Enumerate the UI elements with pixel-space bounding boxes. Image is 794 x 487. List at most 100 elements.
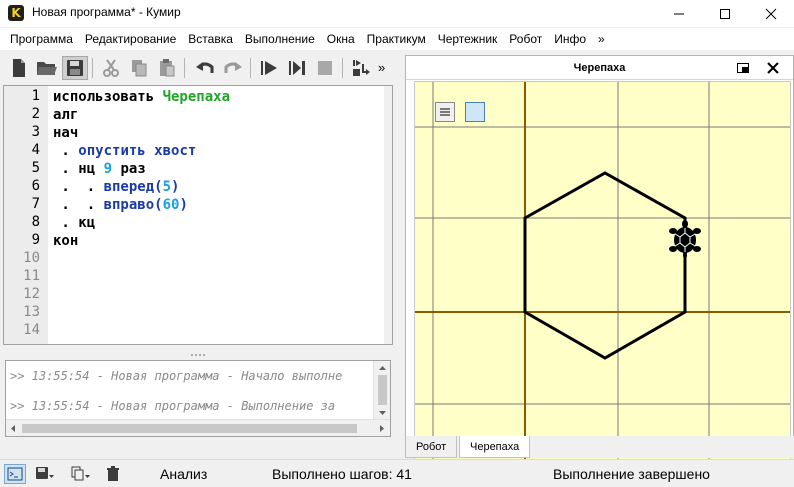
menu-practicum[interactable]: Практикум	[361, 28, 432, 50]
copy-dropdown-icon	[71, 466, 90, 481]
line-number: 7	[31, 196, 40, 212]
scroll-arrows-icon	[378, 366, 387, 415]
hexagon-path	[523, 171, 687, 360]
status-bar: Анализ Выполнено шагов: 41 Выполнение за…	[0, 459, 794, 487]
menu-robot[interactable]: Робот	[503, 28, 548, 50]
panel-close-button[interactable]	[766, 61, 780, 75]
undo-icon	[196, 62, 214, 73]
new-file-button[interactable]	[6, 56, 32, 80]
code-line: алг	[53, 106, 78, 124]
code-editor[interactable]: 1 2 3 4 5 6 7 8 9 10 11 12 13 14 использовать Черепах…	[3, 85, 393, 345]
code-line: . опустить хвост	[53, 142, 196, 160]
code-token: . .	[53, 179, 104, 195]
toolbar-separator	[342, 58, 343, 78]
title-bar: K Новая программа* - Кумир	[0, 0, 794, 27]
save-output-button[interactable]	[34, 464, 56, 484]
step-into-icon	[353, 60, 370, 76]
close-button[interactable]	[748, 0, 794, 27]
minimize-button[interactable]	[656, 0, 702, 27]
line-number: 4	[31, 142, 40, 158]
menu-bar: Программа Редактирование Вставка Выполне…	[0, 28, 794, 50]
menu-program[interactable]: Программа	[4, 28, 79, 50]
editor-scrollbar[interactable]	[384, 86, 392, 344]
menu-info[interactable]: Инфо	[548, 28, 592, 50]
code-token: 5	[162, 179, 172, 195]
menu-draftsman[interactable]: Чертежник	[432, 28, 504, 50]
clear-output-button[interactable]	[102, 464, 124, 484]
output-console[interactable]: >> 13:55:54 - Новая программа - Начало в…	[5, 360, 391, 437]
copy-icon	[132, 60, 147, 77]
status-mode: Анализ	[160, 466, 208, 482]
line-number: 2	[31, 106, 40, 122]
console-horizontal-scrollbar[interactable]	[6, 419, 390, 436]
step-into-button[interactable]	[348, 56, 374, 80]
console-toggle-button[interactable]	[4, 464, 26, 484]
stop-icon	[318, 61, 332, 75]
code-line: . нц 9 раз	[53, 160, 146, 178]
turtle-panel-header: Черепаха	[406, 56, 793, 80]
play-icon	[261, 61, 277, 75]
toolbar: »	[0, 52, 394, 84]
canvas-color-swatch[interactable]	[465, 102, 485, 122]
app-logo-icon: K	[8, 5, 24, 21]
toolbar-separator	[250, 58, 251, 78]
code-line: использовать Черепаха	[53, 88, 230, 106]
code-token: 9	[103, 161, 113, 177]
folder-icon	[37, 62, 57, 75]
editor-console-splitter[interactable]	[3, 348, 393, 356]
paste-button[interactable]	[154, 56, 180, 80]
line-number: 6	[31, 178, 40, 194]
line-number: 14	[23, 322, 40, 338]
run-step-button[interactable]	[284, 56, 310, 80]
copy-button[interactable]	[126, 56, 152, 80]
save-button[interactable]	[62, 56, 88, 80]
canvas-menu-button[interactable]	[435, 102, 455, 122]
code-token: раз	[112, 161, 146, 177]
console-vertical-scrollbar[interactable]	[373, 361, 390, 420]
redo-button[interactable]	[220, 56, 246, 80]
stop-button[interactable]	[312, 56, 338, 80]
copy-output-button[interactable]	[70, 464, 92, 484]
code-line: . . вперед(5)	[53, 178, 179, 196]
redo-icon	[224, 62, 242, 73]
code-token: кц	[78, 215, 96, 231]
minimize-icon	[674, 13, 684, 14]
tab-robot[interactable]: Робот	[405, 436, 458, 458]
trash-icon	[107, 466, 119, 481]
console-line: >> 13:55:54 - Новая программа - Выполнен…	[10, 399, 336, 413]
code-token: использовать	[53, 89, 163, 105]
turtle-drawing	[415, 82, 790, 485]
toolbar-overflow-button[interactable]: »	[378, 60, 385, 75]
console-line: >> 13:55:54 - Новая программа - Начало в…	[10, 369, 343, 383]
line-number: 3	[31, 124, 40, 140]
terminal-icon	[7, 467, 23, 481]
code-token: Черепаха	[162, 89, 231, 105]
axes	[415, 82, 790, 485]
code-token: кон	[53, 233, 79, 249]
run-button[interactable]	[256, 56, 282, 80]
menu-run[interactable]: Выполнение	[239, 28, 321, 50]
code-token: опустить хвост	[78, 143, 197, 159]
code-token: 60	[162, 197, 180, 213]
status-steps: Выполнено шагов: 41	[272, 466, 412, 482]
code-line: кон	[53, 232, 78, 250]
step-play-icon	[289, 61, 305, 75]
menu-insert[interactable]: Вставка	[182, 28, 239, 50]
menu-edit[interactable]: Редактирование	[79, 28, 182, 50]
code-token: нач	[53, 125, 79, 141]
code-token: нц	[78, 161, 104, 177]
cut-button[interactable]	[98, 56, 124, 80]
menu-windows[interactable]: Окна	[321, 28, 361, 50]
undo-button[interactable]	[192, 56, 218, 80]
line-number: 13	[23, 304, 40, 320]
undock-button[interactable]	[736, 61, 750, 75]
scissors-icon	[103, 59, 119, 77]
open-file-button[interactable]	[34, 56, 60, 80]
maximize-button[interactable]	[702, 0, 748, 27]
menu-overflow[interactable]: »	[592, 28, 611, 50]
hscroll-arrows-icon	[11, 424, 384, 433]
turtle-canvas[interactable]	[414, 81, 791, 486]
undock-icon	[737, 63, 749, 73]
tab-turtle[interactable]: Черепаха	[459, 436, 531, 458]
save-icon	[67, 60, 83, 76]
